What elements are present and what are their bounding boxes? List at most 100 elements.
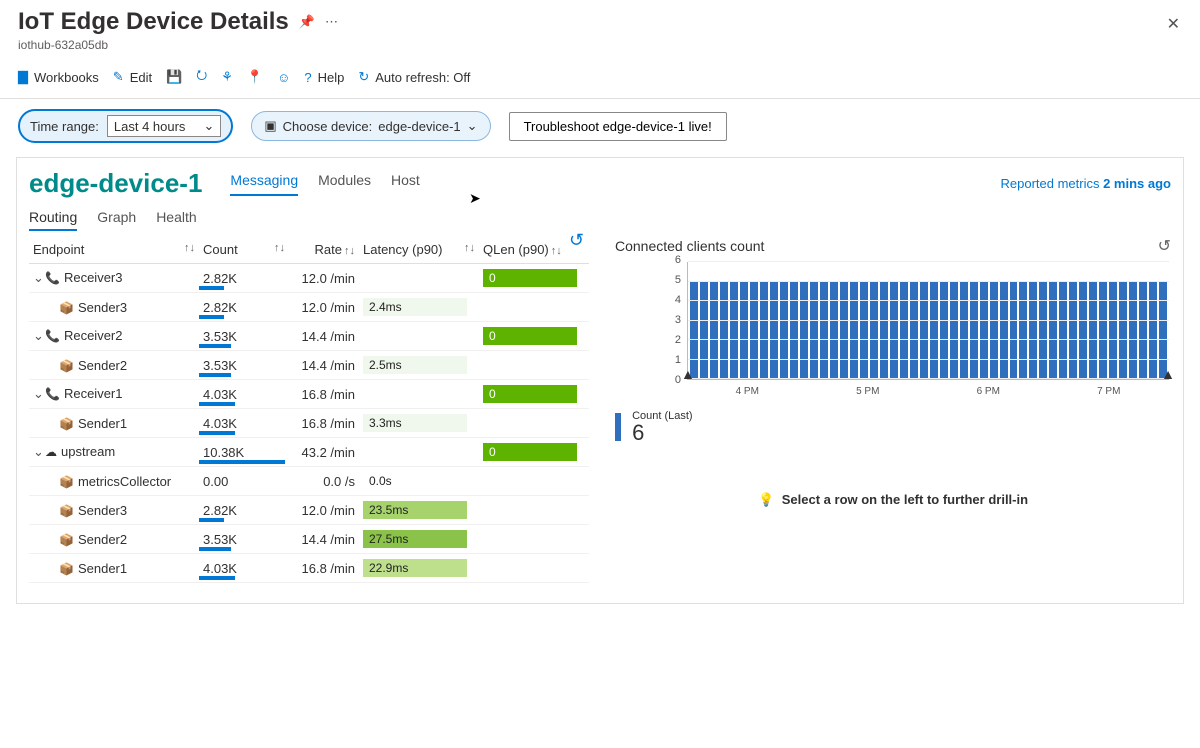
chart-bar [1089, 282, 1097, 380]
chart-bar [870, 282, 878, 380]
chart-bar [1119, 282, 1127, 380]
chevron-down-icon[interactable]: ⌄ [33, 444, 43, 460]
chart-bar [760, 282, 768, 380]
clock-icon: ↻ [358, 69, 369, 85]
chart-bar [980, 282, 988, 380]
pkg-icon: 📦 [59, 475, 74, 489]
rate-value: 16.8 /min [302, 416, 355, 431]
feedback-icon[interactable]: ☺ [277, 70, 290, 85]
more-icon[interactable]: ⋯ [325, 14, 338, 30]
endpoint-name: upstream [61, 444, 115, 459]
time-range-label: Time range: [30, 119, 99, 134]
endpoint-name: Sender1 [78, 416, 127, 431]
chart-bar [960, 282, 968, 380]
pencil-icon: ✎ [113, 69, 124, 85]
chart-bar [1129, 282, 1137, 380]
chart-bar [1019, 282, 1027, 380]
col-count[interactable]: Count↑↓ [199, 236, 289, 264]
table-row[interactable]: 📦Sender14.03K16.8 /min22.9ms [29, 554, 589, 583]
subtab-routing[interactable]: Routing [29, 209, 77, 231]
count-value: 4.03K [203, 561, 237, 576]
table-row[interactable]: 📦Sender23.53K14.4 /min2.5ms [29, 351, 589, 380]
chevron-down-icon[interactable]: ⌄ [33, 328, 43, 344]
time-range-select[interactable]: Last 4 hours⌄ [107, 115, 221, 137]
phone-icon: 📞 [45, 271, 60, 285]
chart-bar [820, 282, 828, 380]
col-endpoint[interactable]: Endpoint↑↓ [29, 236, 199, 264]
tab-messaging[interactable]: Messaging [230, 172, 298, 196]
qlen-value: 0 [483, 269, 577, 287]
chart-bar [1029, 282, 1037, 380]
chart-bar [770, 282, 778, 380]
chevron-down-icon[interactable]: ⌄ [33, 386, 43, 402]
table-row[interactable]: 📦Sender23.53K14.4 /min27.5ms [29, 525, 589, 554]
table-row[interactable]: ⌄📞Receiver23.53K14.4 /min0 [29, 322, 589, 351]
pin-toolbar-icon[interactable]: 📍 [247, 69, 263, 85]
share-icon[interactable]: ⚘ [221, 69, 233, 85]
rate-value: 16.8 /min [302, 561, 355, 576]
edit-button[interactable]: ✎Edit [113, 69, 152, 85]
help-icon: ? [304, 70, 311, 85]
history-icon[interactable]: ↺ [1158, 236, 1171, 256]
tab-modules[interactable]: Modules [318, 172, 371, 196]
chart-bar [720, 282, 728, 380]
chart-bar [940, 282, 948, 380]
chart-bar [710, 282, 718, 380]
refresh-icon[interactable]: ⭮ [196, 66, 207, 88]
subtab-health[interactable]: Health [156, 209, 196, 231]
pin-icon[interactable]: 📌 [299, 14, 315, 30]
col-latency[interactable]: Latency (p90)↑↓ [359, 236, 479, 264]
troubleshoot-button[interactable]: Troubleshoot edge-device-1 live! [509, 112, 727, 141]
device-select-pill[interactable]: ▣ Choose device: edge-device-1 ⌄ [251, 111, 490, 141]
endpoint-name: Sender3 [78, 503, 127, 518]
endpoint-name: Receiver2 [64, 328, 123, 343]
range-handle-left[interactable]: ▲ [681, 366, 695, 382]
chart-bar [910, 282, 918, 380]
endpoint-name: metricsCollector [78, 474, 171, 489]
page-title: IoT Edge Device Details [18, 8, 289, 36]
table-row[interactable]: 📦Sender32.82K12.0 /min23.5ms [29, 496, 589, 525]
chevron-down-icon: ⌄ [203, 118, 214, 134]
time-range-pill[interactable]: Time range: Last 4 hours⌄ [18, 109, 233, 143]
chart-bar [920, 282, 928, 380]
range-handle-right[interactable]: ▲ [1161, 366, 1175, 382]
chart-bar [900, 282, 908, 380]
phone-icon: 📞 [45, 387, 60, 401]
chart-bar [830, 282, 838, 380]
chart-bar [1000, 282, 1008, 380]
connected-clients-chart[interactable]: 0123456 ▲ ▲ 4 PM5 PM6 PM7 PM [615, 260, 1171, 400]
endpoint-name: Sender3 [78, 300, 127, 315]
count-value: 2.82K [203, 503, 237, 518]
chart-bar [1099, 282, 1107, 380]
latency-value: 2.5ms [363, 356, 467, 374]
chart-bar [880, 282, 888, 380]
help-button[interactable]: ?Help [304, 70, 344, 85]
close-icon[interactable]: ✕ [1167, 14, 1180, 34]
table-row[interactable]: ⌄📞Receiver32.82K12.0 /min0 [29, 264, 589, 293]
cursor-icon: ➤ [469, 190, 481, 207]
workbooks-button[interactable]: ▇Workbooks [18, 69, 99, 85]
table-row[interactable]: 📦metricsCollector0.000.0 /s0.0s [29, 467, 589, 496]
chart-bar [1139, 282, 1147, 380]
table-row[interactable]: ⌄☁upstream10.38K43.2 /min0 [29, 438, 589, 467]
undo-icon[interactable]: ↺ [569, 230, 584, 251]
tab-host[interactable]: Host [391, 172, 420, 196]
chart-bar [730, 282, 738, 380]
table-row[interactable]: 📦Sender14.03K16.8 /min3.3ms [29, 409, 589, 438]
autorefresh-button[interactable]: ↻Auto refresh: Off [358, 69, 470, 85]
choose-device-label: Choose device: [283, 119, 373, 134]
chevron-down-icon[interactable]: ⌄ [33, 270, 43, 286]
bulb-icon: 💡 [758, 492, 774, 507]
chart-title: Connected clients count [615, 238, 764, 254]
table-row[interactable]: ⌄📞Receiver14.03K16.8 /min0 [29, 380, 589, 409]
chart-bar [930, 282, 938, 380]
chart-bar [890, 282, 898, 380]
rate-value: 14.4 /min [302, 532, 355, 547]
chart-bar [1059, 282, 1067, 380]
table-row[interactable]: 📦Sender32.82K12.0 /min2.4ms [29, 293, 589, 322]
col-rate[interactable]: Rate↑↓ [289, 236, 359, 264]
endpoint-name: Sender1 [78, 561, 127, 576]
endpoint-name: Receiver1 [64, 386, 123, 401]
save-icon[interactable]: 💾 [166, 69, 182, 85]
subtab-graph[interactable]: Graph [97, 209, 136, 231]
